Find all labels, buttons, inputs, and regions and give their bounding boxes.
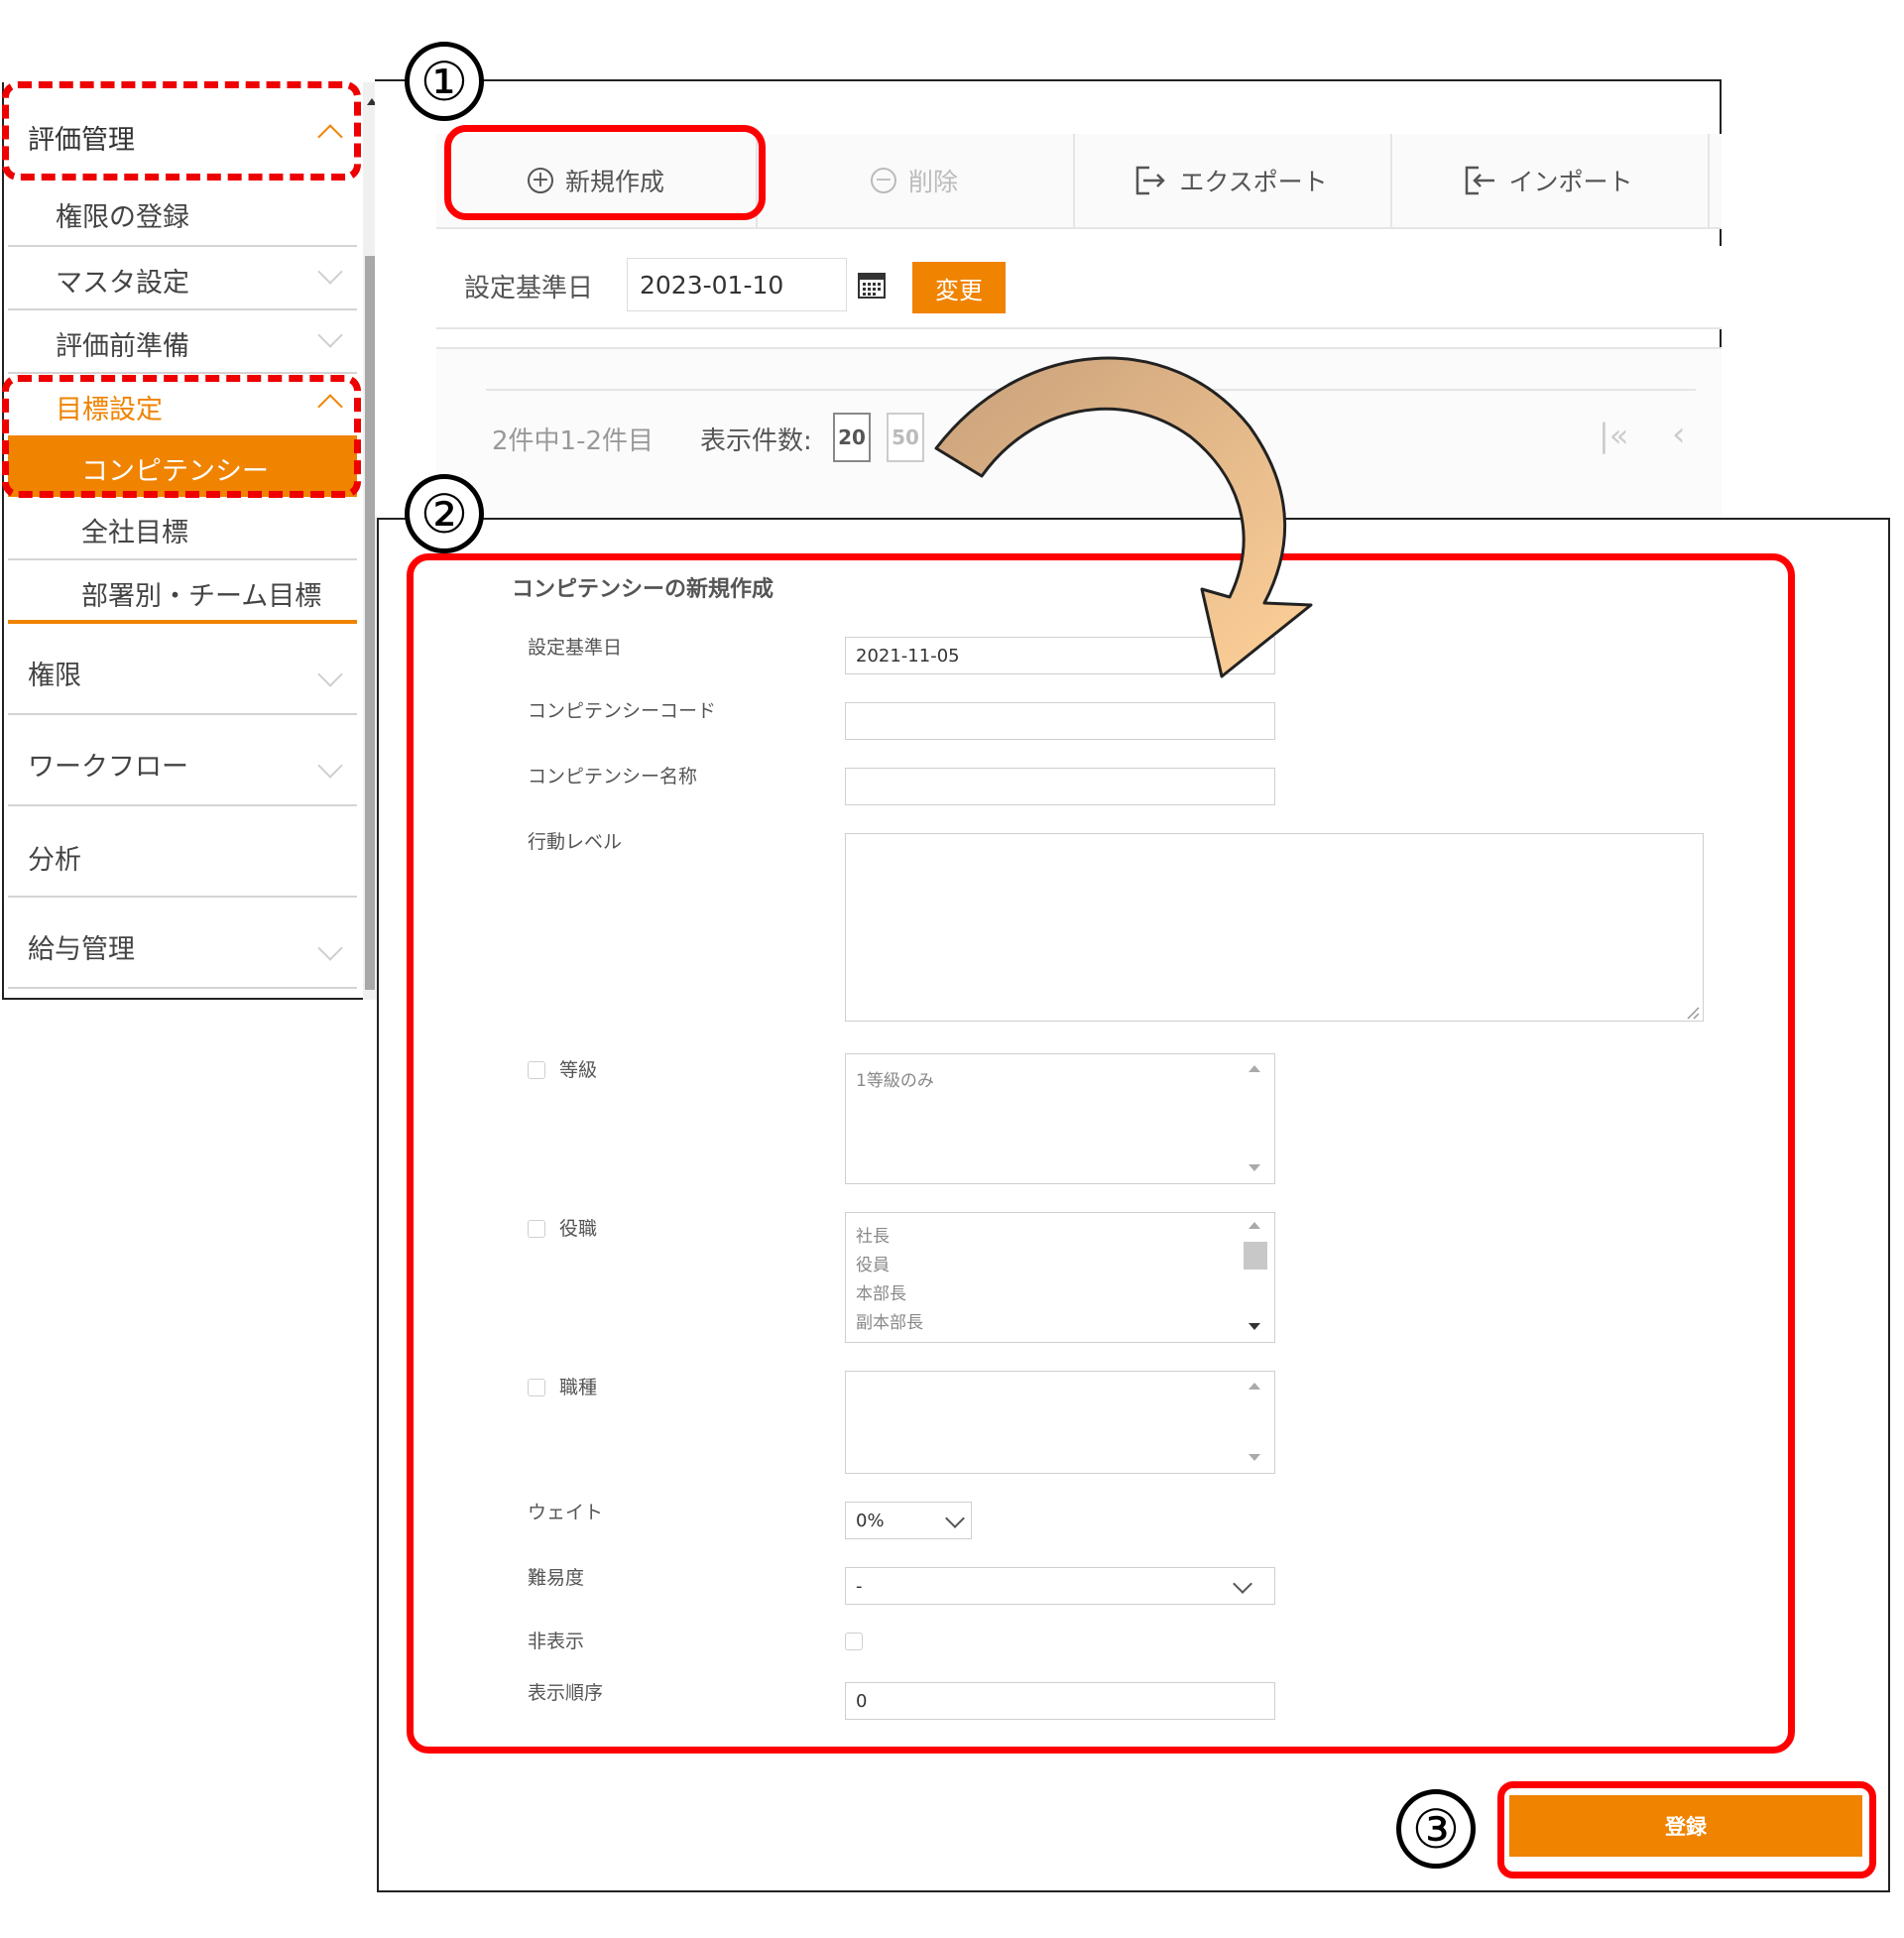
- sidebar-item-label: 評価前準備: [56, 331, 189, 362]
- highlight-competency-menu: [2, 375, 361, 498]
- sidebar-item-permission-register[interactable]: 権限の登録: [8, 182, 357, 247]
- sidebar-item-master-settings[interactable]: マスタ設定: [8, 247, 357, 310]
- step-3-marker: ③: [1396, 1789, 1476, 1869]
- sidebar-item-label: 給与管理: [28, 934, 135, 965]
- sidebar-item-label: 権限: [28, 661, 81, 691]
- chevron-down-icon: [317, 753, 343, 779]
- sidebar-item-label: マスタ設定: [56, 268, 189, 299]
- sidebar-item-label: 全社目標: [81, 518, 188, 548]
- sidebar-scrollbar-thumb[interactable]: [365, 256, 375, 990]
- export-icon: [1136, 166, 1166, 195]
- sidebar-item-label: 権限の登録: [56, 202, 189, 233]
- export-button-label: エクスポート: [1179, 168, 1328, 196]
- step-2-marker: ②: [405, 474, 484, 553]
- curved-arrow: [934, 356, 1313, 678]
- delete-button[interactable]: − 削除: [756, 134, 1075, 227]
- chevron-down-icon: [317, 935, 343, 961]
- sidebar: 評価管理 権限の登録 マスタ設定 評価前準備 目標設定 コンピテンシー 全社目標…: [2, 82, 377, 1000]
- result-count: 2件中1-2件目: [492, 426, 654, 456]
- import-button[interactable]: インポート: [1390, 134, 1710, 227]
- import-button-label: インポート: [1508, 168, 1633, 196]
- first-page-icon[interactable]: |«: [1599, 417, 1628, 454]
- sidebar-item-permission[interactable]: 権限: [8, 624, 357, 715]
- sidebar-item-payroll[interactable]: 給与管理: [8, 898, 357, 989]
- sidebar-item-label: 部署別・チーム目標: [81, 581, 322, 612]
- chevron-down-icon: [317, 322, 343, 348]
- import-icon: [1466, 166, 1495, 195]
- sidebar-item-evaluation-prep[interactable]: 評価前準備: [8, 310, 357, 374]
- chevron-down-icon: [317, 662, 343, 687]
- minus-circle-icon: −: [870, 168, 896, 193]
- sidebar-item-label: ワークフロー: [28, 752, 188, 783]
- sidebar-item-workflow[interactable]: ワークフロー: [8, 715, 357, 806]
- highlight-new-button: [444, 125, 766, 220]
- chevron-down-icon: [317, 259, 343, 285]
- prev-page-icon[interactable]: ‹: [1672, 415, 1686, 454]
- base-date-input[interactable]: 2023-01-10: [627, 258, 847, 311]
- date-filter-bar: 設定基準日 2023-01-10 変更: [436, 246, 1722, 329]
- highlight-register-button: [1497, 1781, 1876, 1878]
- per-page-50[interactable]: 50: [887, 413, 924, 462]
- highlight-evaluation-menu: [2, 81, 361, 181]
- per-page-label: 表示件数:: [700, 426, 812, 456]
- step-1-marker: ①: [405, 42, 484, 121]
- calendar-icon[interactable]: [857, 270, 887, 300]
- change-button[interactable]: 変更: [912, 262, 1006, 313]
- base-date-label: 設定基準日: [464, 274, 594, 303]
- export-button[interactable]: エクスポート: [1073, 134, 1392, 227]
- sidebar-item-company-goal[interactable]: 全社目標: [8, 497, 357, 560]
- per-page-20[interactable]: 20: [833, 413, 871, 462]
- sidebar-item-label: 分析: [28, 845, 81, 876]
- delete-button-label: 削除: [907, 168, 958, 196]
- sidebar-item-analysis[interactable]: 分析: [8, 806, 357, 898]
- highlight-form: [407, 553, 1795, 1754]
- sidebar-item-team-goal[interactable]: 部署別・チーム目標: [8, 560, 357, 624]
